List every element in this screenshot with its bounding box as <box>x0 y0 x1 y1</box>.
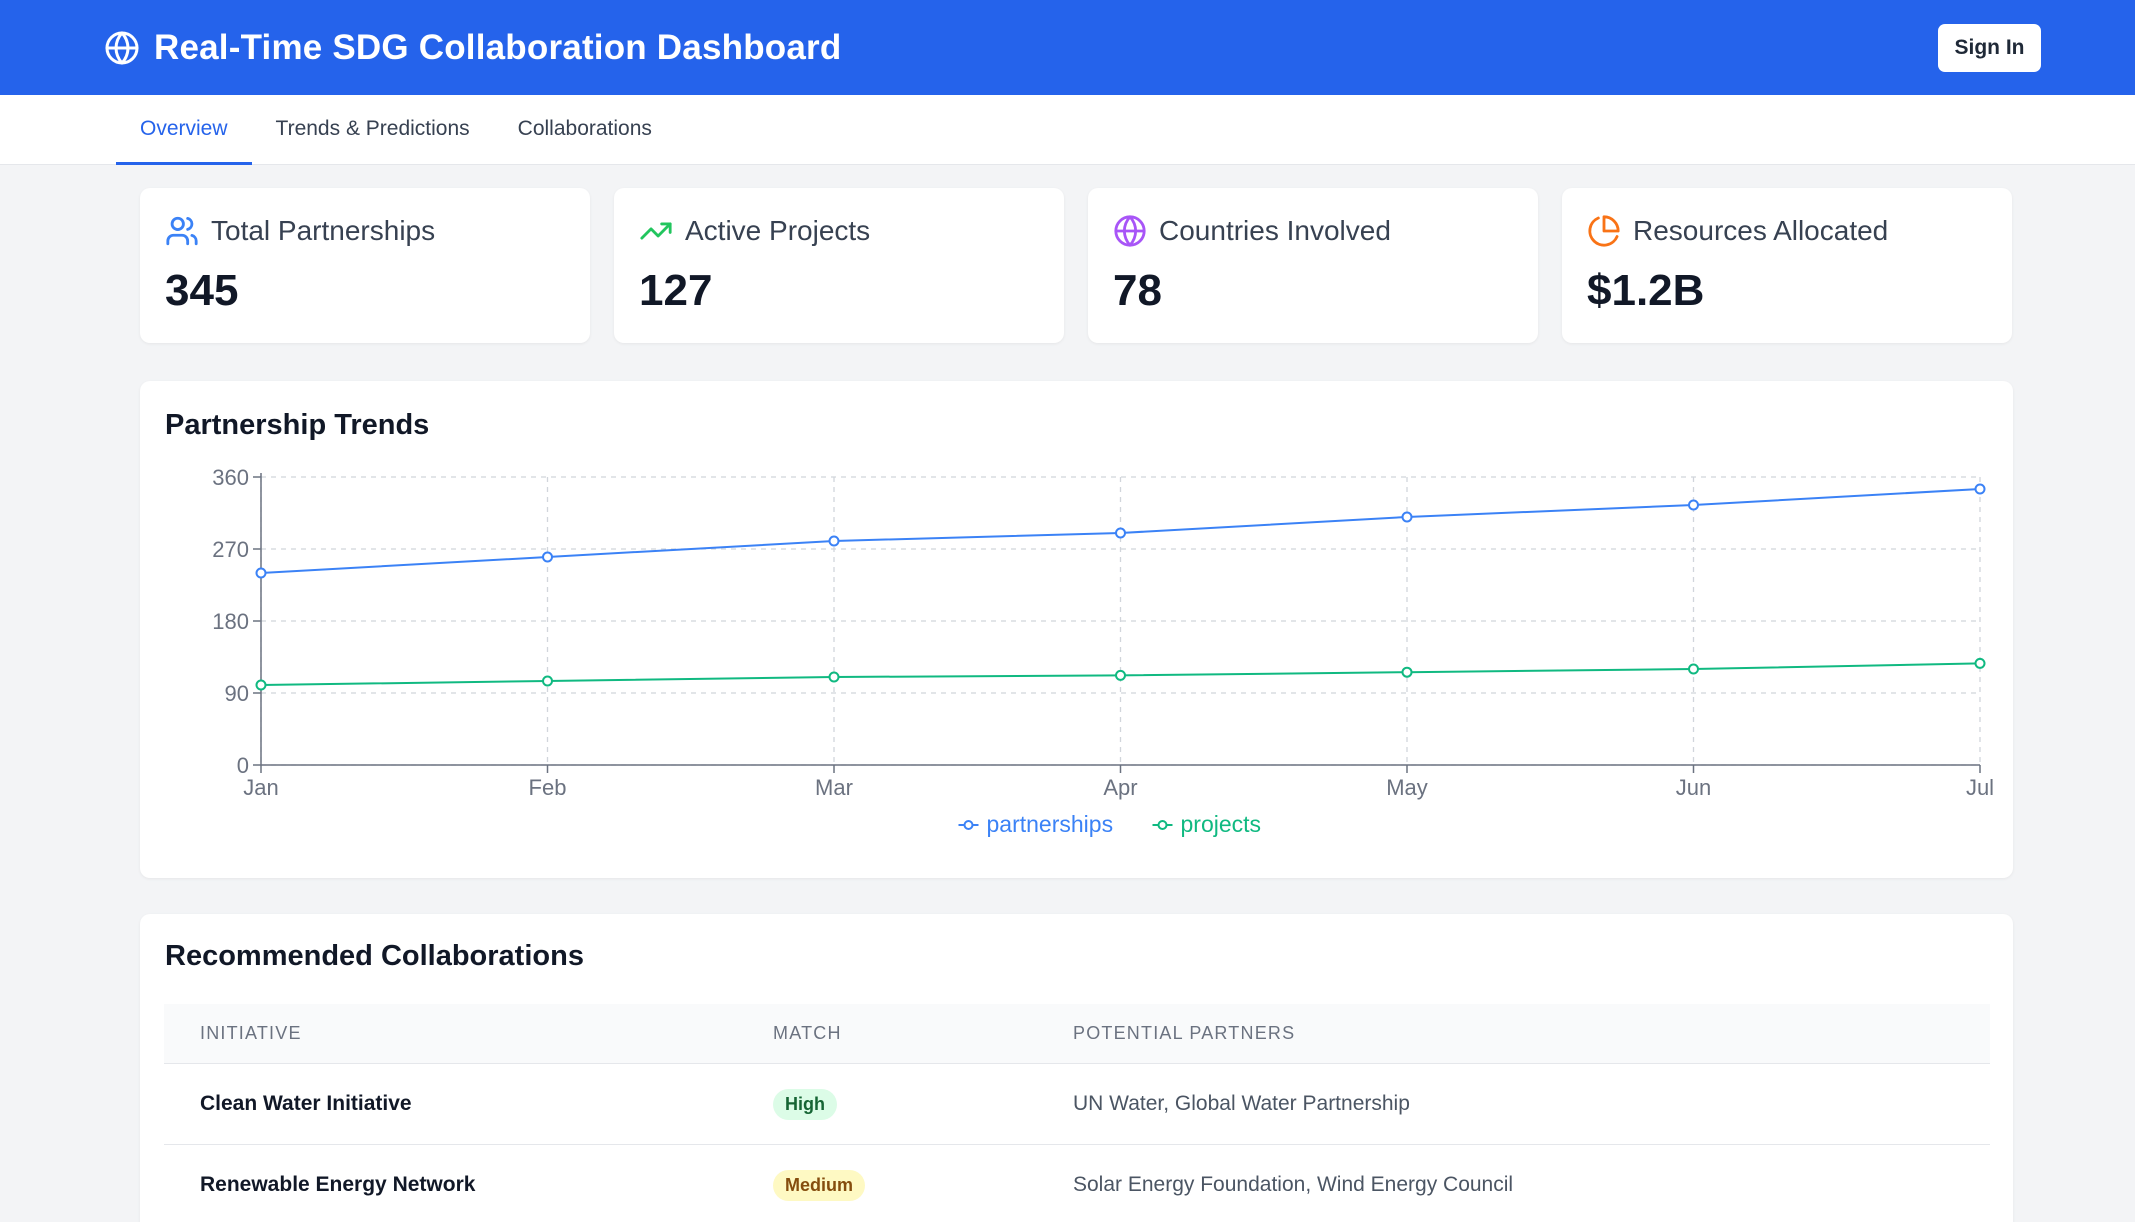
tab-bar: Overview Trends & Predictions Collaborat… <box>0 95 2135 165</box>
app-title: Real-Time SDG Collaboration Dashboard <box>154 27 842 67</box>
data-point-partnerships <box>1974 483 1986 495</box>
stat-value: 127 <box>639 266 713 315</box>
potential-partners: Solar Energy Foundation, Wind Energy Cou… <box>1073 1173 1514 1196</box>
y-tick-label: 360 <box>212 465 249 490</box>
tab-trends-predictions[interactable]: Trends & Predictions <box>252 95 494 165</box>
initiative-name: Clean Water Initiative <box>200 1092 412 1115</box>
panel-title: Recommended Collaborations <box>165 940 584 972</box>
x-tick-label: Jan <box>243 775 278 800</box>
match-badge: High <box>773 1088 837 1120</box>
data-point-projects <box>1401 666 1413 678</box>
x-tick-label: Feb <box>529 775 567 800</box>
potential-partners: UN Water, Global Water Partnership <box>1073 1092 1410 1115</box>
brand: Real-Time SDG Collaboration Dashboard <box>104 28 841 68</box>
globe-icon <box>1114 215 1146 247</box>
stat-label: Resources Allocated <box>1633 215 1889 246</box>
data-point-partnerships <box>255 567 267 579</box>
x-tick-label: Jul <box>1966 775 1994 800</box>
recommended-collaborations-panel: Recommended Collaborations INITIATIVE MA… <box>140 914 2013 1222</box>
y-tick-label: 180 <box>212 609 249 634</box>
legend-label: partnerships <box>987 811 1114 837</box>
data-point-partnerships <box>1688 499 1699 511</box>
data-point-partnerships <box>828 535 840 547</box>
data-point-projects <box>255 679 267 691</box>
pie-chart-icon <box>1588 215 1620 247</box>
match-badge: Medium <box>773 1169 866 1201</box>
column-header-initiative: INITIATIVE <box>200 1023 302 1043</box>
legend-marker <box>1157 820 1168 830</box>
partnership-trends-chart: 090180270360Jan Feb Mar Apr May Jun Julpartner… <box>212 465 1994 837</box>
data-point-projects <box>1688 663 1699 675</box>
stat-label: Active Projects <box>685 215 871 246</box>
data-point-projects <box>542 675 553 687</box>
data-point-projects <box>1115 669 1126 681</box>
y-tick-label: 90 <box>225 681 249 706</box>
stat-value: $1.2B <box>1587 266 1705 315</box>
x-tick-label: Mar <box>815 775 853 800</box>
stat-label: Total Partnerships <box>211 215 436 246</box>
legend-label: projects <box>1181 811 1262 837</box>
data-point-partnerships <box>1115 527 1126 539</box>
legend-marker <box>963 820 974 830</box>
column-header-match: MATCH <box>773 1023 842 1043</box>
stat-value: 345 <box>165 266 239 315</box>
trending-up-icon <box>640 222 672 240</box>
table-row[interactable]: Renewable Energy Network Medium Solar En… <box>164 1145 1990 1222</box>
data-point-partnerships <box>1401 511 1413 523</box>
top-header: Real-Time SDG Collaboration Dashboard Si… <box>0 0 2135 95</box>
stat-value: 78 <box>1113 266 1162 315</box>
table-row[interactable]: Clean Water Initiative High UN Water, Gl… <box>164 1064 1990 1145</box>
stat-card-active-projects: Active Projects 127 <box>614 188 1064 343</box>
sign-in-button[interactable]: Sign In <box>1938 23 2041 72</box>
x-tick-label: Jun <box>1676 775 1711 800</box>
initiative-name: Renewable Energy Network <box>200 1173 476 1196</box>
data-point-projects <box>828 671 840 683</box>
data-point-partnerships <box>542 551 553 563</box>
table-header: INITIATIVE MATCH POTENTIAL PARTNERS <box>164 1004 1990 1064</box>
x-tick-label: Apr <box>1103 775 1137 800</box>
collaborations-table: INITIATIVE MATCH POTENTIAL PARTNERS Clea… <box>164 1004 1990 1222</box>
stat-label: Countries Involved <box>1159 215 1391 246</box>
users-icon <box>166 216 198 246</box>
x-tick-label: May <box>1386 775 1428 800</box>
tab-collaborations[interactable]: Collaborations <box>494 95 676 165</box>
partnership-trends-panel: Partnership Trends 0 90 180 270 360 Jan Feb Mar… <box>140 381 2013 878</box>
stat-card-countries-involved: Countries Involved 78 <box>1088 188 1538 343</box>
stat-card-resources-allocated: Resources Allocated $1.2B <box>1562 188 2012 343</box>
stat-card-total-partnerships: Total Partnerships 345 <box>140 188 590 343</box>
globe-icon <box>105 31 139 64</box>
data-point-projects <box>1974 657 1986 669</box>
dashboard-page: Real-Time SDG Collaboration Dashboard Si… <box>0 0 2135 1222</box>
y-tick-label: 270 <box>212 537 249 562</box>
tab-overview[interactable]: Overview <box>116 95 252 165</box>
stat-cards: Total Partnerships 345 Active Projects 1… <box>140 188 2012 343</box>
column-header-potential-partners: POTENTIAL PARTNERS <box>1073 1023 1296 1043</box>
